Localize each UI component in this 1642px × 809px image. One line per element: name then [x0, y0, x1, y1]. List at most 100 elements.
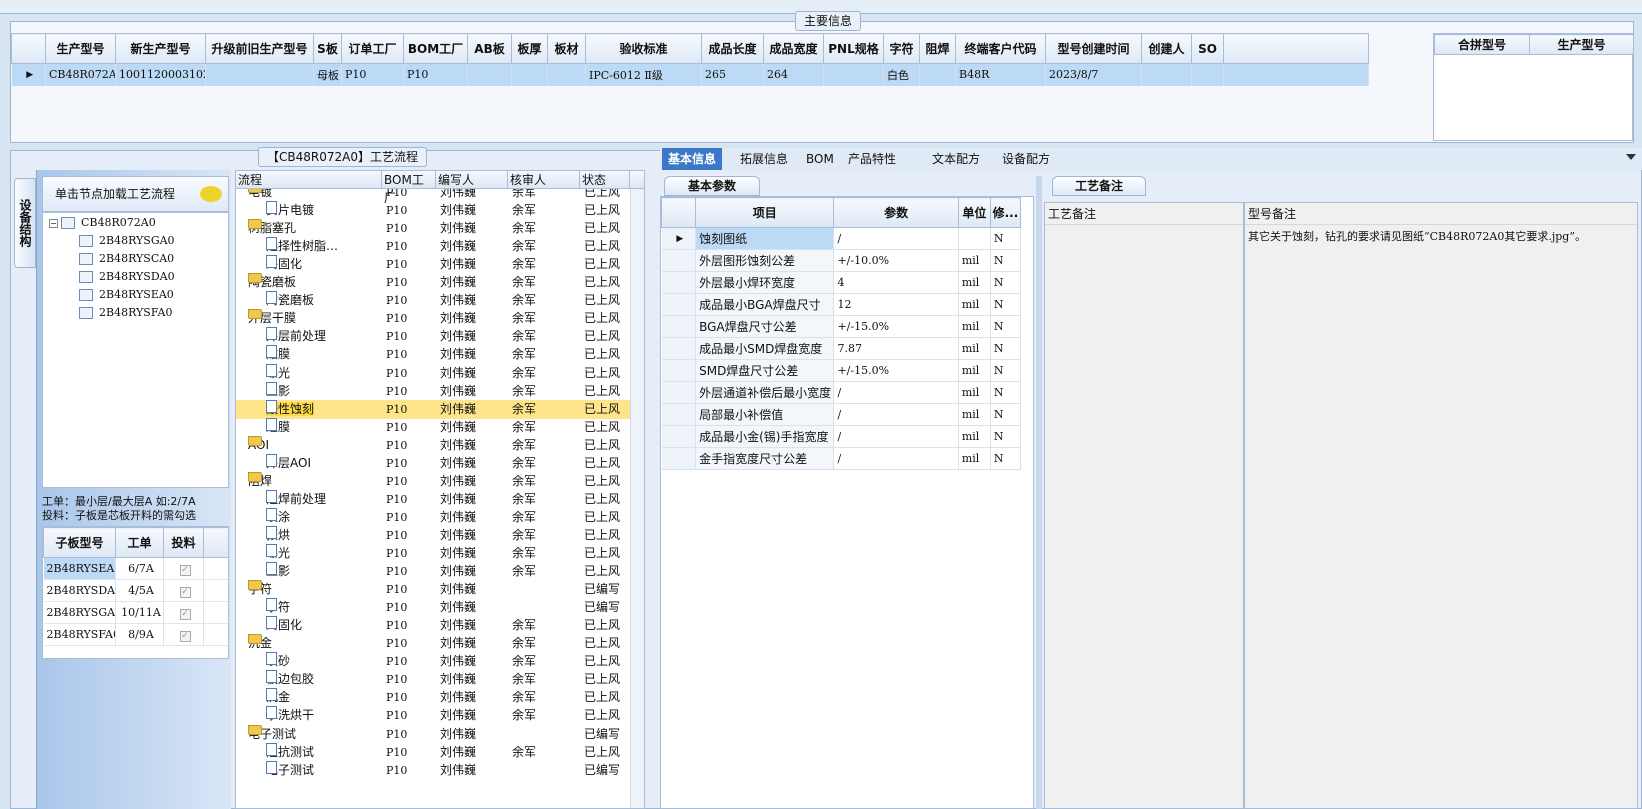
- param-cell[interactable]: SMD焊盘尺寸公差: [695, 359, 835, 382]
- tree-root[interactable]: − CB48R072A0: [49, 213, 156, 232]
- sub-cell-model[interactable]: 2B48RYSGA0: [43, 601, 116, 624]
- process-col-3[interactable]: 核审人: [508, 171, 580, 189]
- process-row[interactable]: −树脂塞孔 P10 刘伟巍 余军 已上风: [236, 219, 630, 238]
- param-col-3[interactable]: 修...: [989, 197, 1022, 228]
- param-cell[interactable]: mil: [958, 271, 991, 294]
- param-cell[interactable]: mil: [958, 447, 991, 470]
- process-name-cell[interactable]: 字符: [266, 598, 382, 617]
- tree-child[interactable]: 2B48RYSFA0: [79, 303, 172, 322]
- param-cell[interactable]: /: [833, 403, 959, 426]
- process-name-cell[interactable]: −字符: [248, 580, 382, 599]
- param-cell[interactable]: 外层通道补偿后最小宽度: [695, 381, 835, 404]
- param-cell[interactable]: 7.87: [833, 337, 959, 360]
- param-cell[interactable]: N: [990, 315, 1022, 338]
- process-row[interactable]: 终固化 P10 刘伟巍 余军 已上风: [236, 255, 630, 274]
- cell-1[interactable]: 10011200031021: [115, 63, 206, 86]
- param-cell[interactable]: +/-15.0%: [833, 359, 959, 382]
- cell-10[interactable]: 265: [701, 63, 764, 86]
- process-name-cell[interactable]: 喷涂: [266, 507, 382, 527]
- col-header-10[interactable]: 成品长度: [701, 33, 764, 64]
- process-name-cell[interactable]: 电子测试: [266, 760, 382, 780]
- cell-16[interactable]: 2023/8/7: [1045, 63, 1142, 86]
- sub-cell-order[interactable]: 4/5A: [115, 579, 164, 602]
- process-name-cell[interactable]: 酸性蚀刻: [266, 399, 382, 419]
- param-col-1[interactable]: 参数: [833, 197, 959, 228]
- process-row[interactable]: 阻焊前处理 P10 刘伟巍 余军 已上风: [236, 489, 630, 509]
- process-row[interactable]: 外层前处理 P10 刘伟巍 余军 已上风: [236, 327, 630, 346]
- param-cell[interactable]: /: [833, 381, 959, 404]
- process-name-cell[interactable]: −沉金: [248, 634, 382, 653]
- process-name-cell[interactable]: 沉金: [266, 688, 382, 707]
- process-name-cell[interactable]: −阻焊: [248, 471, 382, 491]
- cell-8[interactable]: [547, 63, 586, 86]
- process-row[interactable]: −AOI P10 刘伟巍 余军 已上风: [236, 435, 630, 455]
- col-header-0[interactable]: 生产型号: [45, 33, 116, 64]
- process-row[interactable]: 外层AOI P10 刘伟巍 余军 已上风: [236, 453, 630, 473]
- sub-board-row[interactable]: 2B48RYSFA0 8/9A ✓: [43, 623, 228, 646]
- cell-17[interactable]: [1141, 63, 1192, 86]
- cell-18[interactable]: [1191, 63, 1224, 86]
- cell-13[interactable]: 白色: [883, 63, 920, 86]
- col-header-4[interactable]: 订单工厂: [341, 33, 404, 64]
- param-row[interactable]: 外层图形蚀刻公差 +/-10.0% mil N: [661, 249, 1022, 272]
- cell-6[interactable]: [467, 63, 512, 86]
- cell-2[interactable]: [205, 63, 314, 86]
- col-header-13[interactable]: 字符: [883, 33, 920, 64]
- cell-15[interactable]: B48R: [955, 63, 1046, 86]
- param-row[interactable]: 成品最小金(锡)手指宽度 / mil N: [661, 425, 1022, 448]
- col-header-18[interactable]: SO: [1191, 33, 1224, 64]
- merge-col-merge-model[interactable]: 合拼型号: [1434, 34, 1530, 55]
- process-row[interactable]: 曝光 P10 刘伟巍 余军 已上风: [236, 544, 630, 563]
- process-name-cell[interactable]: −陶瓷磨板: [248, 273, 382, 292]
- process-row[interactable]: −电镀 P10 刘伟巍 余军 已上风: [236, 189, 630, 202]
- param-cell[interactable]: +/-10.0%: [833, 249, 959, 272]
- process-name-cell[interactable]: 贴膜: [266, 345, 382, 364]
- process-name-cell[interactable]: 曝光: [266, 363, 382, 383]
- process-row[interactable]: −阻焊 P10 刘伟巍 余军 已上风: [236, 471, 630, 491]
- process-row[interactable]: 陶瓷磨板 P10 刘伟巍 余军 已上风: [236, 291, 630, 310]
- tab-0[interactable]: 基本信息: [662, 148, 723, 170]
- process-row[interactable]: 喷涂 P10 刘伟巍 余军 已上风: [236, 507, 630, 527]
- param-cell[interactable]: 4: [833, 271, 959, 294]
- sub-cell-model[interactable]: 2B48RYSEA0: [43, 557, 116, 580]
- param-cell[interactable]: 外层最小焊环宽度: [695, 271, 835, 294]
- tab-3[interactable]: 产品特性: [842, 148, 902, 170]
- process-name-cell[interactable]: 板边包胶: [266, 670, 382, 689]
- tree-child[interactable]: 2B48RYSDA0: [79, 267, 175, 286]
- process-name-cell[interactable]: 终固化: [266, 616, 382, 635]
- tab-4[interactable]: 文本配方: [926, 148, 986, 170]
- process-row[interactable]: 水洗烘干 P10 刘伟巍 余军 已上风: [236, 706, 630, 725]
- param-row[interactable]: 局部最小补偿值 / mil N: [661, 403, 1022, 426]
- param-row[interactable]: 成品最小SMD焊盘宽度 7.87 mil N: [661, 337, 1022, 360]
- collapse-icon[interactable]: −: [49, 218, 58, 228]
- tab-dropdown-icon[interactable]: [1626, 154, 1636, 160]
- process-row[interactable]: −电子测试 P10 刘伟巍 已编写: [236, 724, 630, 744]
- tree-child[interactable]: 2B48RYSGA0: [79, 231, 175, 250]
- process-row[interactable]: 预烘 P10 刘伟巍 余军 已上风: [236, 525, 630, 545]
- process-name-cell[interactable]: 退膜: [266, 417, 382, 437]
- col-header-16[interactable]: 型号创建时间: [1045, 33, 1142, 64]
- chat-bubble-icon[interactable]: [200, 186, 222, 202]
- process-row[interactable]: 显影 P10 刘伟巍 余军 已上风: [236, 381, 630, 401]
- process-name-cell[interactable]: 陶瓷磨板: [266, 291, 382, 310]
- cell-4[interactable]: P10: [341, 63, 404, 86]
- cell-11[interactable]: 264: [763, 63, 824, 86]
- process-memo-box[interactable]: 工艺备注: [1044, 202, 1244, 809]
- col-header-9[interactable]: 验收标准: [585, 33, 702, 64]
- checkbox-checked-icon[interactable]: ✓: [179, 587, 191, 598]
- col-header-14[interactable]: 阻焊: [919, 33, 956, 64]
- process-col-0[interactable]: 流程: [236, 171, 382, 189]
- col-header-8[interactable]: 板材: [547, 33, 586, 64]
- sub-col-2[interactable]: 投料: [163, 527, 204, 558]
- process-name-cell[interactable]: 阻焊前处理: [266, 489, 382, 509]
- param-row[interactable]: 金手指宽度尺寸公差 / mil N: [661, 447, 1022, 470]
- process-row[interactable]: 字符 P10 刘伟巍 已编写: [236, 598, 630, 617]
- param-row[interactable]: BGA焊盘尺寸公差 +/-15.0% mil N: [661, 315, 1022, 338]
- process-row[interactable]: 沉金 P10 刘伟巍 余军 已上风: [236, 688, 630, 707]
- param-row[interactable]: 成品最小BGA焊盘尺寸 12 mil N: [661, 293, 1022, 316]
- process-col-2[interactable]: 编写人: [436, 171, 508, 189]
- process-row[interactable]: −陶瓷磨板 P10 刘伟巍 余军 已上风: [236, 273, 630, 292]
- sub-board-row[interactable]: 2B48RYSEA0 6/7A ✓: [43, 557, 228, 580]
- process-row[interactable]: 退膜 P10 刘伟巍 余军 已上风: [236, 417, 630, 437]
- process-scrollbar[interactable]: [630, 189, 644, 808]
